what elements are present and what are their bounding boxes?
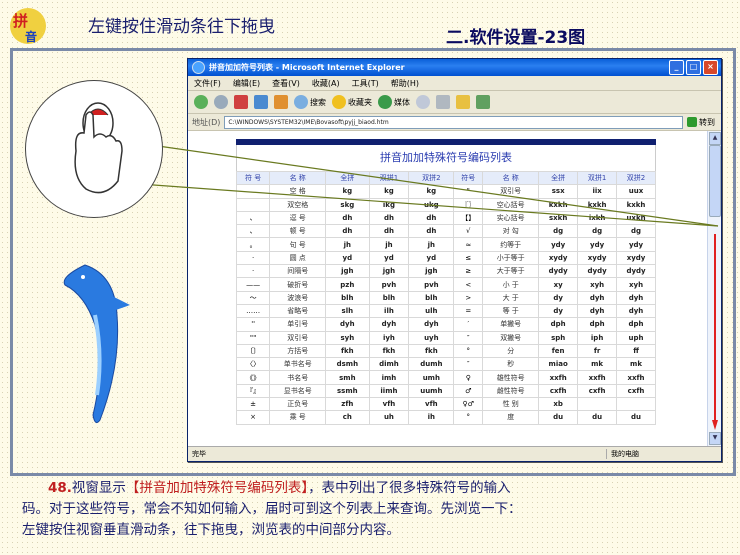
hand-mouse-icon: [74, 102, 123, 194]
caption-highlight: 【拼音加加特殊符号编码列表】: [125, 480, 309, 496]
mouse-hand-illustration: [25, 80, 163, 218]
dolphin-icon: [63, 264, 130, 424]
caption: 48.视窗显示【拼音加加特殊符号编码列表】，表中列出了很多特殊符号的输入 码。对…: [22, 478, 722, 541]
caption-line3: 左键按住视窗垂直滑动条，往下拖曳，浏览表的中间部分内容。: [22, 522, 400, 538]
caption-number: 48.: [48, 480, 72, 496]
drag-direction-arrow-icon: [712, 234, 718, 430]
caption-line2: 码。对于这些符号，常会不知如何输入，届时可到这个列表上来查询。先浏览一下：: [22, 501, 522, 517]
